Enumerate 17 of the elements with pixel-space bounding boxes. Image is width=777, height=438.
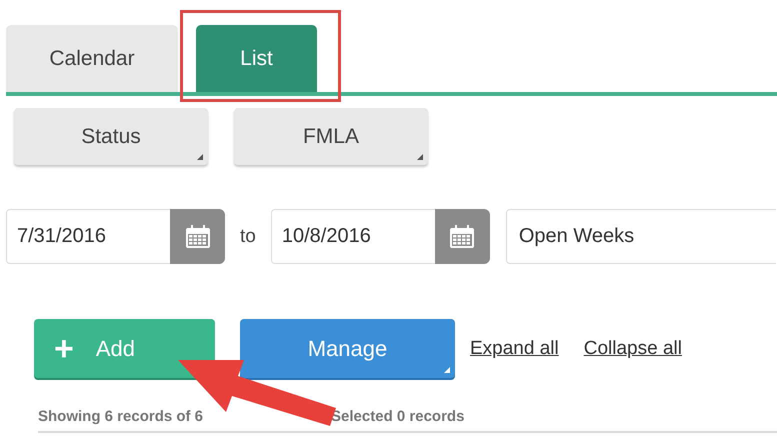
calendar-button[interactable]: [434, 209, 490, 264]
record-count: Showing 6 records of 6: [38, 408, 204, 425]
calendar-button[interactable]: [170, 209, 225, 264]
date-field[interactable]: 10/8/2016: [270, 209, 435, 264]
selected-count: Selected 0 records: [331, 408, 464, 425]
date-field[interactable]: 7/31/2016: [6, 209, 170, 264]
filter-dropdown[interactable]: FMLA: [234, 108, 428, 165]
link[interactable]: Collapse all: [584, 338, 682, 360]
plus-icon: +: [54, 332, 74, 366]
tab[interactable]: Calendar: [6, 25, 178, 92]
calendar-icon: [184, 224, 210, 248]
calendar-icon: [449, 224, 476, 248]
range-separator: to: [240, 226, 256, 248]
tab[interactable]: List: [196, 25, 317, 92]
link[interactable]: Expand all: [470, 338, 559, 360]
filter-dropdown[interactable]: Status: [14, 108, 208, 165]
period-field[interactable]: Open Weeks: [506, 209, 776, 264]
